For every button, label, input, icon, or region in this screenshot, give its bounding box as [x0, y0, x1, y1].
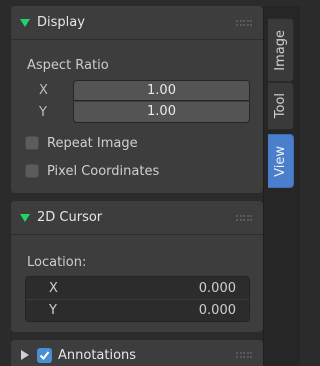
expanded-triangle-icon — [20, 18, 30, 28]
aspect-ratio-y-label: Y — [39, 104, 47, 120]
image-editor-sidebar: Display Aspect Ratio X 1.00 Y 1.00 Repea… — [0, 0, 300, 366]
location-label: Location: — [27, 255, 87, 270]
aspect-ratio-vector: X 1.00 Y 1.00 — [25, 79, 250, 123]
tab-view[interactable]: View — [268, 134, 294, 188]
location-y-field[interactable]: Y 0.000 — [26, 299, 249, 321]
display-panel-title: Display — [37, 15, 85, 30]
repeat-image-row[interactable]: Repeat Image — [25, 131, 250, 155]
display-panel-header[interactable]: Display — [11, 6, 263, 40]
annotations-panel: Annotations — [11, 340, 263, 366]
cursor-2d-panel-title: 2D Cursor — [37, 210, 103, 225]
sidebar-tabs: Image Tool View — [263, 6, 300, 366]
aspect-ratio-y-row: Y 1.00 — [25, 101, 250, 123]
repeat-image-checkbox[interactable] — [25, 136, 39, 150]
annotations-panel-title: Annotations — [58, 347, 137, 363]
location-vector: X 0.000 Y 0.000 — [25, 276, 250, 322]
cursor-2d-panel-header[interactable]: 2D Cursor — [11, 201, 263, 235]
annotations-panel-header[interactable]: Annotations — [11, 340, 263, 366]
collapsed-triangle-icon — [20, 350, 30, 360]
location-y-value: 0.000 — [198, 303, 236, 318]
annotations-enable-checkbox[interactable] — [37, 347, 52, 363]
tab-tool[interactable]: Tool — [268, 82, 294, 130]
tab-image[interactable]: Image — [268, 18, 294, 82]
drag-grip-icon[interactable] — [236, 352, 252, 358]
location-x-value: 0.000 — [198, 280, 236, 296]
tab-image-label: Image — [273, 29, 288, 71]
drag-grip-icon[interactable] — [236, 215, 252, 221]
sidebar-panels: Display Aspect Ratio X 1.00 Y 1.00 Repea… — [11, 6, 263, 366]
cursor-2d-panel: 2D Cursor Location: X 0.000 Y 0.000 — [11, 201, 263, 332]
aspect-ratio-y-field[interactable]: 1.00 — [73, 101, 250, 123]
display-panel-body: Aspect Ratio X 1.00 Y 1.00 Repeat Image — [11, 40, 263, 193]
aspect-ratio-x-row: X 1.00 — [25, 79, 250, 101]
aspect-ratio-x-label: X — [39, 82, 48, 98]
location-x-field[interactable]: X 0.000 — [26, 277, 249, 299]
cursor-2d-panel-body: Location: X 0.000 Y 0.000 — [11, 235, 263, 332]
repeat-image-label: Repeat Image — [47, 135, 138, 151]
aspect-ratio-label: Aspect Ratio — [27, 58, 109, 73]
tab-view-label: View — [273, 145, 288, 177]
expanded-triangle-icon — [20, 213, 30, 223]
pixel-coordinates-label: Pixel Coordinates — [47, 163, 160, 179]
pixel-coordinates-row[interactable]: Pixel Coordinates — [25, 159, 250, 183]
location-x-label: X — [49, 280, 58, 296]
display-panel: Display Aspect Ratio X 1.00 Y 1.00 Repea… — [11, 6, 263, 193]
location-y-label: Y — [49, 303, 57, 318]
aspect-ratio-x-field[interactable]: 1.00 — [73, 79, 250, 101]
tab-tool-label: Tool — [273, 93, 288, 119]
pixel-coordinates-checkbox[interactable] — [25, 164, 39, 178]
drag-grip-icon[interactable] — [236, 20, 252, 26]
